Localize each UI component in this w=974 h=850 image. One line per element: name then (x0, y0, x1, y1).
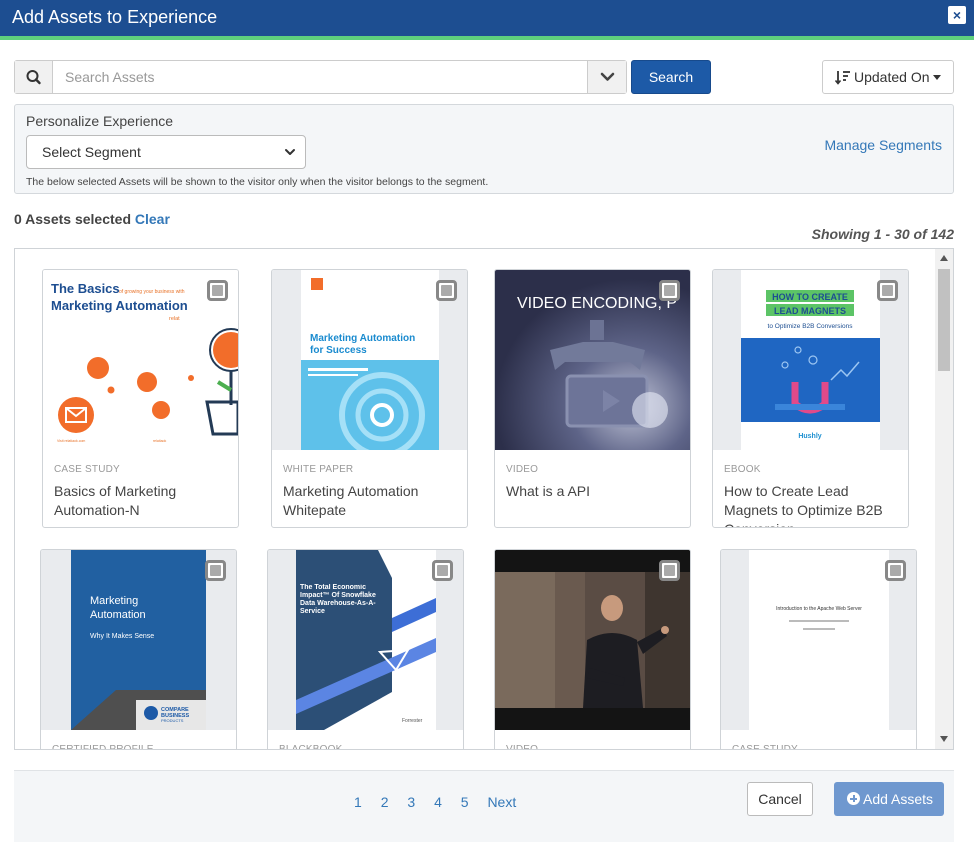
svg-text:relatiaok: relatiaok (153, 439, 166, 443)
segment-select-value: Select Segment (42, 144, 141, 160)
personalize-panel: Personalize Experience Select Segment Th… (14, 104, 954, 194)
add-assets-button[interactable]: Add Assets (834, 782, 944, 816)
asset-title: Basics of Marketing Automation-N (54, 483, 177, 518)
page-4-link[interactable]: 4 (434, 794, 442, 810)
asset-thumb-brand: relat (169, 316, 180, 322)
asset-thumb-small: of growing your business with (119, 289, 185, 295)
asset-select-checkbox[interactable] (205, 560, 226, 581)
selected-count: 0 Assets selected (14, 211, 131, 227)
asset-type: CERTIFIED PROFILE (52, 744, 154, 750)
asset-thumb-heading: VIDEO ENCODING, P (517, 295, 677, 312)
asset-select-checkbox[interactable] (432, 560, 453, 581)
asset-title: How to Create Lead Magnets to Optimize B… (724, 483, 883, 527)
asset-type: WHITE PAPER (283, 464, 354, 475)
asset-thumb-brand: Forrester (402, 718, 423, 724)
search-input[interactable] (55, 61, 585, 93)
asset-card[interactable]: Marketing Automation for Success WHITE P… (271, 269, 468, 528)
asset-thumb-heading: Introduction to the Apache Web Server (776, 606, 862, 612)
search-icon[interactable] (15, 61, 53, 93)
asset-select-checkbox[interactable] (885, 560, 906, 581)
dialog-titlebar: Add Assets to Experience × (0, 0, 974, 36)
asset-card[interactable]: Marketing Automation Why It Makes Sense … (40, 549, 237, 750)
plus-circle-icon (847, 792, 860, 805)
asset-thumb-heading: The Basics (51, 281, 120, 296)
asset-thumb-heading2: Marketing Automation (51, 298, 188, 313)
pagination: 1 2 3 4 5 Next (354, 794, 531, 810)
asset-thumb-heading2: Automation (90, 609, 146, 621)
asset-select-checkbox[interactable] (877, 280, 898, 301)
asset-card[interactable]: Introduction to the Apache Web Server CA… (720, 549, 917, 750)
sort-icon (835, 71, 850, 85)
asset-thumb-heading2: for Success (310, 345, 367, 356)
asset-select-checkbox[interactable] (436, 280, 457, 301)
asset-card[interactable]: VIDEO (494, 549, 691, 750)
cancel-button[interactable]: Cancel (747, 782, 813, 816)
asset-title: What is a API (506, 483, 591, 499)
asset-type: VIDEO (506, 744, 539, 750)
dialog-footer: 1 2 3 4 5 Next Cancel Add Assets (14, 770, 954, 842)
next-page-link[interactable]: Next (487, 794, 516, 810)
scrollbar-thumb[interactable] (938, 269, 950, 371)
asset-thumb-sub: Why It Makes Sense (90, 633, 154, 640)
dialog-title: Add Assets to Experience (12, 7, 218, 27)
asset-select-checkbox[interactable] (207, 280, 228, 301)
selection-summary: 0 Assets selected Clear (14, 211, 170, 227)
asset-type: CASE STUDY (732, 744, 798, 750)
asset-grid: The Basics of growing your business with… (14, 248, 954, 750)
asset-thumb-heading: Marketing Automation (310, 333, 415, 344)
page-3-link[interactable]: 3 (407, 794, 415, 810)
asset-select-checkbox[interactable] (659, 560, 680, 581)
asset-card[interactable]: The Basics of growing your business with… (42, 269, 239, 528)
grid-scrollbar[interactable] (935, 249, 953, 749)
svg-text:Visit relatiaok.com: Visit relatiaok.com (57, 439, 85, 443)
asset-thumb-heading: The Total Economic Impact™ Of Snowflake … (300, 584, 376, 615)
asset-thumb-sub: to Optimize B2B Conversions (768, 323, 854, 330)
search-button[interactable]: Search (631, 60, 711, 94)
asset-thumb-heading: Marketing (90, 595, 138, 607)
add-assets-label: Add Assets (863, 791, 934, 807)
asset-thumb-heading: HOW TO CREATE (772, 292, 848, 302)
asset-type: BLACKBOOK (279, 744, 343, 750)
chevron-down-icon[interactable] (587, 61, 626, 93)
sort-dropdown-button[interactable]: Updated On (822, 60, 954, 94)
personalize-note: The below selected Assets will be shown … (26, 176, 489, 188)
search-box (14, 60, 627, 94)
svg-text:PRODUCTS: PRODUCTS (161, 718, 184, 723)
page-1-link[interactable]: 1 (354, 794, 362, 810)
manage-segments-link[interactable]: Manage Segments (824, 137, 942, 153)
page-5-link[interactable]: 5 (461, 794, 469, 810)
page-2-link[interactable]: 2 (381, 794, 389, 810)
asset-type: CASE STUDY (54, 464, 120, 475)
asset-type: VIDEO (506, 464, 539, 475)
asset-type: EBOOK (724, 464, 761, 475)
caret-down-icon (933, 75, 941, 80)
asset-select-checkbox[interactable] (659, 280, 680, 301)
personalize-title: Personalize Experience (26, 113, 174, 129)
sort-label: Updated On (854, 69, 930, 85)
asset-card[interactable]: HOW TO CREATE LEAD MAGNETS to Optimize B… (712, 269, 909, 528)
chevron-down-icon (285, 149, 295, 155)
asset-thumb-heading2: LEAD MAGNETS (774, 306, 846, 316)
results-count: Showing 1 - 30 of 142 (811, 226, 954, 242)
titlebar-accent-bar (0, 36, 974, 40)
asset-title: Marketing Automation Whitepate (283, 483, 419, 518)
asset-card[interactable]: VIDEO ENCODING, P VIDEO What is a API (494, 269, 691, 528)
add-assets-dialog: Add Assets to Experience × Search Update… (0, 0, 974, 850)
asset-card[interactable]: The Total Economic Impact™ Of Snowflake … (267, 549, 464, 750)
close-icon[interactable]: × (948, 6, 966, 24)
scroll-up-arrow-icon[interactable] (940, 255, 948, 261)
asset-thumb-brand: Hushly (798, 433, 821, 440)
segment-select[interactable]: Select Segment (26, 135, 306, 169)
scroll-down-arrow-icon[interactable] (940, 736, 948, 742)
clear-selection-link[interactable]: Clear (135, 211, 170, 227)
